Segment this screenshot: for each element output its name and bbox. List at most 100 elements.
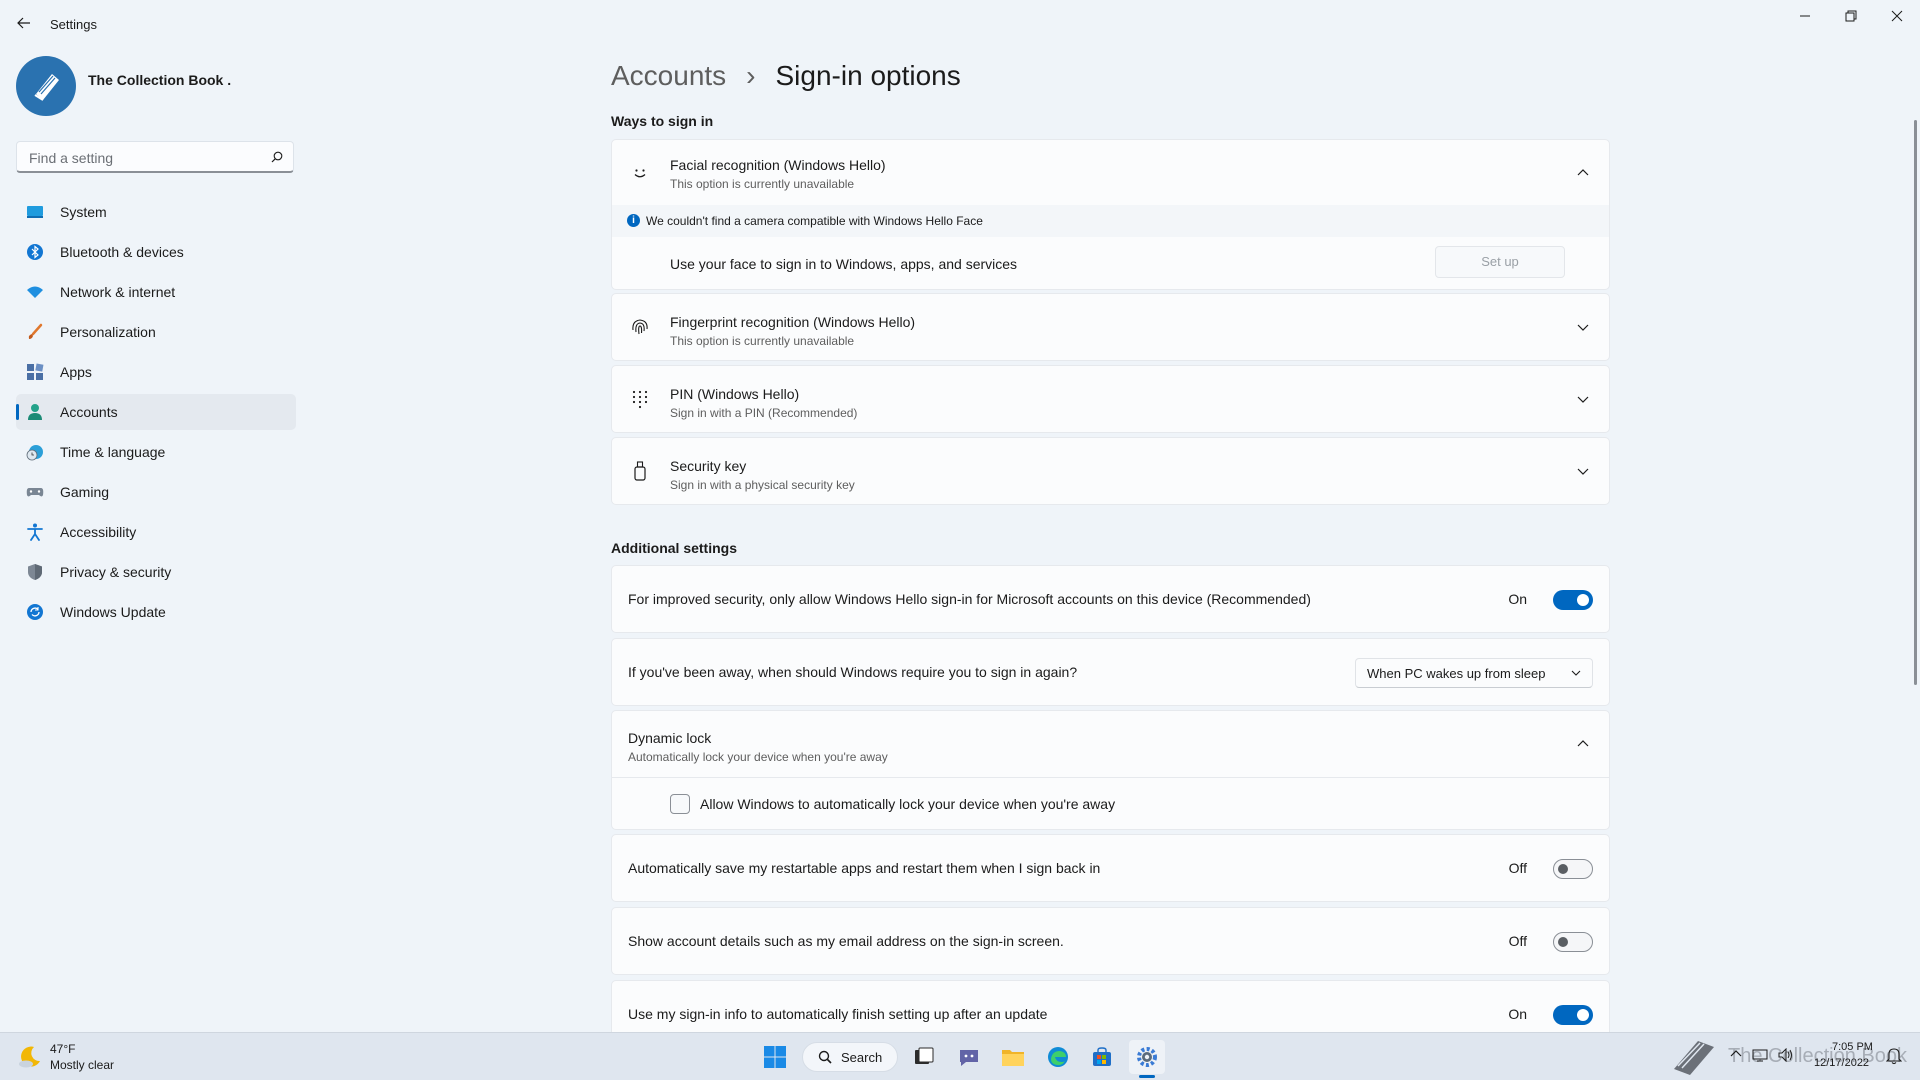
- restart-apps-text: Automatically save my restartable apps a…: [628, 860, 1101, 876]
- settings-app-icon[interactable]: [1129, 1040, 1165, 1074]
- clock-time[interactable]: 7:05 PM: [1832, 1041, 1873, 1053]
- account-details-state: Off: [1508, 933, 1527, 949]
- start-button-icon[interactable]: [757, 1040, 793, 1074]
- window-title: Settings: [50, 17, 97, 32]
- card-title: Fingerprint recognition (Windows Hello): [670, 314, 916, 330]
- chevron-down-icon[interactable]: [1571, 315, 1595, 339]
- face-icon: [628, 161, 652, 185]
- chevron-up-icon[interactable]: [1730, 1048, 1742, 1062]
- facial-recognition-card[interactable]: Facial recognition (Windows Hello) This …: [611, 139, 1610, 206]
- gamepad-icon: [26, 483, 44, 501]
- clock-date[interactable]: 12/17/2022: [1814, 1057, 1869, 1069]
- fingerprint-icon: [628, 315, 652, 339]
- back-arrow-icon[interactable]: [14, 13, 34, 33]
- search-field[interactable]: [16, 141, 294, 173]
- sidebar-item-network[interactable]: Network & internet: [16, 274, 296, 310]
- breadcrumb-parent[interactable]: Accounts: [611, 60, 726, 92]
- require-signin-dropdown[interactable]: When PC wakes up from sleep: [1355, 658, 1593, 688]
- security-key-card[interactable]: Security key Sign in with a physical sec…: [611, 437, 1610, 505]
- title-bar: Settings: [0, 0, 1920, 48]
- edge-browser-icon[interactable]: [1040, 1040, 1076, 1074]
- finish-setup-toggle[interactable]: [1553, 1005, 1593, 1025]
- notification-bell-icon[interactable]: [1886, 1047, 1902, 1065]
- system-icon: [26, 203, 44, 221]
- sidebar-item-label: Accounts: [60, 404, 118, 420]
- close-button[interactable]: [1874, 4, 1920, 28]
- network-icon[interactable]: [1752, 1048, 1768, 1062]
- chevron-up-icon[interactable]: [1571, 161, 1595, 185]
- sidebar-item-label: Apps: [60, 364, 92, 380]
- card-subtitle: Sign in with a PIN (Recommended): [670, 406, 858, 420]
- face-setup-text: Use your face to sign in to Windows, app…: [670, 256, 1018, 272]
- accessibility-icon: [26, 523, 44, 541]
- chevron-down-icon[interactable]: [1571, 459, 1595, 483]
- file-explorer-icon[interactable]: [995, 1040, 1031, 1074]
- profile-card[interactable]: The Collection Book .: [16, 56, 296, 120]
- chevron-down-icon[interactable]: [1571, 387, 1595, 411]
- update-icon: [26, 603, 44, 621]
- system-tray: [1730, 1048, 1794, 1062]
- finish-setup-text: Use my sign-in info to automatically fin…: [628, 1006, 1048, 1022]
- chevron-up-icon[interactable]: [1571, 732, 1595, 756]
- chevron-down-icon: [1571, 668, 1581, 678]
- sidebar-item-label: Network & internet: [60, 284, 176, 300]
- restart-apps-state: Off: [1508, 860, 1527, 876]
- sidebar-item-privacy[interactable]: Privacy & security: [16, 554, 296, 590]
- microsoft-store-icon[interactable]: [1084, 1040, 1120, 1074]
- account-details-text: Show account details such as my email ad…: [628, 933, 1064, 949]
- restart-apps-toggle[interactable]: [1553, 859, 1593, 879]
- dynamic-lock-option-row: Allow Windows to automatically lock your…: [611, 777, 1610, 830]
- fingerprint-recognition-card[interactable]: Fingerprint recognition (Windows Hello) …: [611, 293, 1610, 361]
- sidebar-item-windows-update[interactable]: Windows Update: [16, 594, 296, 630]
- sidebar-item-accounts[interactable]: Accounts: [16, 394, 296, 430]
- search-input[interactable]: [27, 149, 261, 167]
- wifi-icon: [26, 283, 44, 301]
- sidebar-item-personalization[interactable]: Personalization: [16, 314, 296, 350]
- breadcrumb-separator: ›: [746, 60, 756, 91]
- sidebar-item-accessibility[interactable]: Accessibility: [16, 514, 296, 550]
- card-title: Facial recognition (Windows Hello): [670, 157, 886, 173]
- hello-only-setting: For improved security, only allow Window…: [611, 565, 1610, 633]
- pin-card[interactable]: PIN (Windows Hello) Sign in with a PIN (…: [611, 365, 1610, 433]
- search-icon[interactable]: [271, 151, 283, 163]
- info-icon: i: [627, 214, 640, 227]
- teams-chat-icon[interactable]: [951, 1040, 987, 1074]
- weather-moon-icon[interactable]: [16, 1043, 44, 1071]
- sidebar-nav: System Bluetooth & devices Network & int…: [16, 194, 296, 634]
- taskbar: 47°F Mostly clear Search The Collection …: [0, 1032, 1920, 1080]
- card-title: PIN (Windows Hello): [670, 386, 800, 402]
- avatar[interactable]: [16, 56, 76, 116]
- sidebar-item-time-language[interactable]: Time & language: [16, 434, 296, 470]
- hello-only-state: On: [1508, 591, 1527, 607]
- pin-keypad-icon: [628, 387, 652, 411]
- collection-book-logo-icon: [1668, 1035, 1724, 1077]
- page-title: Sign-in options: [775, 60, 961, 91]
- vertical-scrollbar[interactable]: [1914, 120, 1917, 685]
- require-signin-text: If you've been away, when should Windows…: [628, 664, 1078, 680]
- hello-only-toggle[interactable]: [1553, 590, 1593, 610]
- restart-apps-setting: Automatically save my restartable apps a…: [611, 834, 1610, 902]
- volume-icon[interactable]: [1778, 1048, 1794, 1062]
- sidebar-item-system[interactable]: System: [16, 194, 296, 230]
- card-title: Security key: [670, 458, 747, 474]
- sidebar-item-gaming[interactable]: Gaming: [16, 474, 296, 510]
- sidebar-item-apps[interactable]: Apps: [16, 354, 296, 390]
- sidebar-item-label: Personalization: [60, 324, 156, 340]
- card-subtitle: Sign in with a physical security key: [670, 478, 855, 492]
- face-setup-button[interactable]: Set up: [1435, 246, 1565, 278]
- restore-button[interactable]: [1828, 4, 1874, 28]
- camera-warning-text: We couldn't find a camera compatible wit…: [646, 214, 983, 228]
- clock-globe-icon: [26, 443, 44, 461]
- search-icon: [818, 1050, 832, 1064]
- profile-name: The Collection Book .: [88, 72, 232, 88]
- taskbar-search-button[interactable]: Search: [802, 1042, 898, 1072]
- minimize-button[interactable]: [1782, 4, 1828, 28]
- account-details-toggle[interactable]: [1553, 932, 1593, 952]
- accounts-icon: [26, 403, 44, 421]
- dynamic-lock-card[interactable]: Dynamic lock Automatically lock your dev…: [611, 710, 1610, 778]
- task-view-icon[interactable]: [906, 1040, 942, 1074]
- account-details-setting: Show account details such as my email ad…: [611, 907, 1610, 975]
- dynamic-lock-checkbox[interactable]: [670, 794, 690, 814]
- camera-warning-bar: i We couldn't find a camera compatible w…: [611, 205, 1610, 237]
- sidebar-item-bluetooth[interactable]: Bluetooth & devices: [16, 234, 296, 270]
